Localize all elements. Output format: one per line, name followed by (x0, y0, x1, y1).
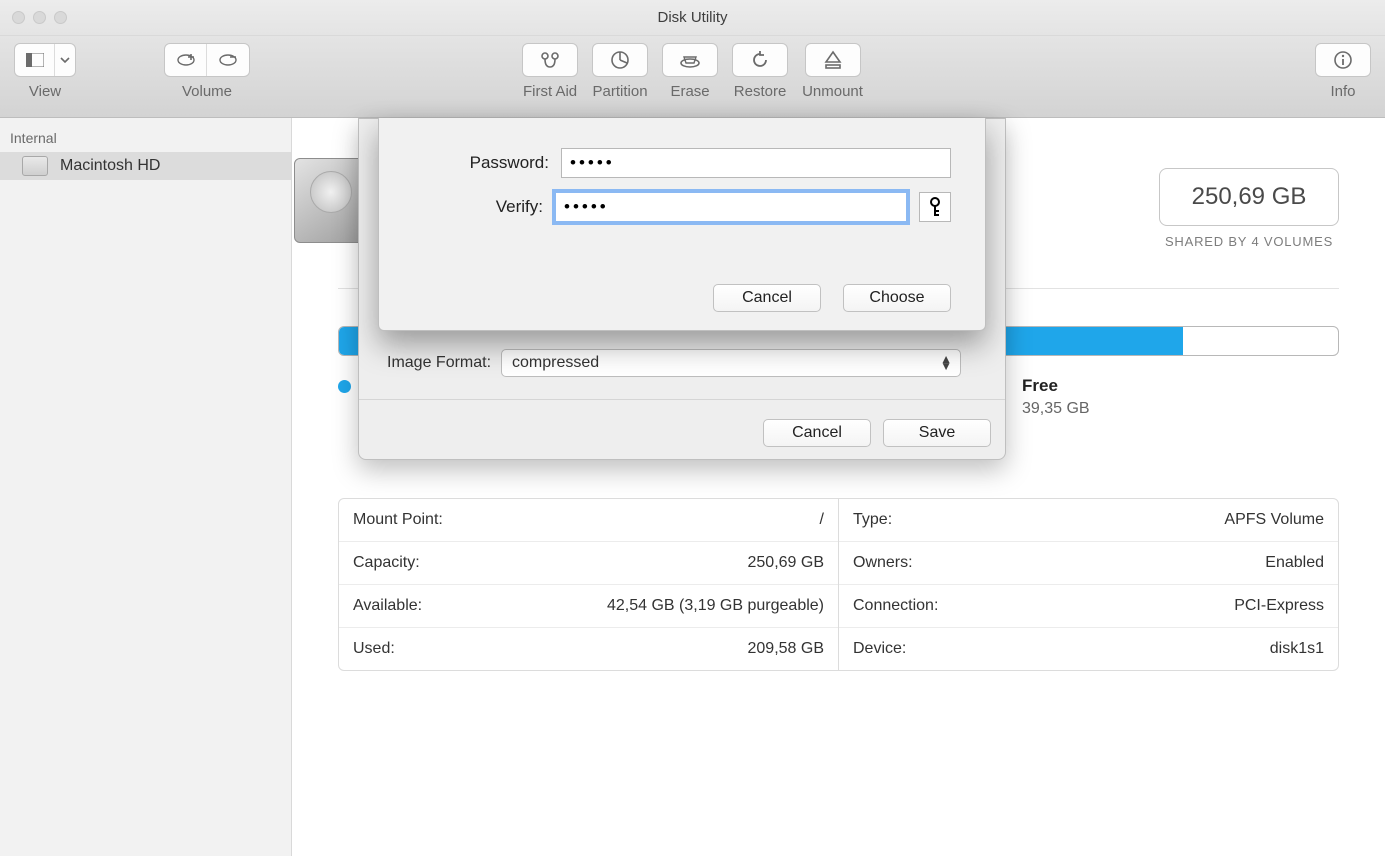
verify-input[interactable] (555, 192, 907, 222)
sidebar-item-macintosh-hd[interactable]: Macintosh HD (0, 152, 291, 180)
info-button[interactable]: Info (1315, 43, 1371, 100)
unmount-button[interactable]: Unmount (802, 43, 863, 100)
info-key: Mount Point: (353, 511, 443, 529)
verify-row: Verify: (425, 192, 951, 222)
divider (359, 399, 1005, 400)
first-aid-button[interactable]: First Aid (522, 43, 578, 100)
erase-icon (679, 51, 701, 69)
info-value: PCI-Express (1234, 597, 1324, 615)
password-sheet: Password: Verify: Cancel Choose (378, 118, 986, 331)
stethoscope-icon (539, 51, 561, 69)
info-key: Connection: (853, 597, 938, 615)
restore-icon (750, 50, 770, 70)
eject-icon (824, 50, 842, 70)
info-row-capacity: Capacity: 250,69 GB (339, 542, 838, 585)
password-input[interactable] (561, 148, 951, 178)
volume-shared-caption: SHARED BY 4 VOLUMES (1159, 234, 1339, 249)
verify-label: Verify: (425, 197, 543, 217)
info-key: Used: (353, 640, 395, 658)
info-row-owners: Owners: Enabled (839, 542, 1338, 585)
window-title: Disk Utility (0, 9, 1385, 26)
titlebar: Disk Utility (0, 0, 1385, 36)
key-icon (928, 197, 942, 217)
toolbar-label-restore: Restore (734, 83, 787, 100)
image-save-button[interactable]: Save (883, 419, 991, 447)
updown-icon: ▲▼ (940, 356, 952, 370)
info-row-type: Type: APFS Volume (839, 499, 1338, 542)
toolbar-label-partition: Partition (593, 83, 648, 100)
info-row-mountpoint: Mount Point: / (339, 499, 838, 542)
password-label: Password: (431, 153, 549, 173)
info-col-right: Type: APFS Volume Owners: Enabled Connecti… (839, 499, 1338, 670)
info-value: 209,58 GB (748, 640, 825, 658)
info-row-connection: Connection: PCI-Express (839, 585, 1338, 628)
password-assistant-button[interactable] (919, 192, 951, 222)
toolbar-label-first-aid: First Aid (523, 83, 577, 100)
volume-size-badge: 250,69 GB (1159, 168, 1339, 226)
info-row-device: Device: disk1s1 (839, 628, 1338, 670)
legend-dot-used (338, 380, 351, 393)
pie-icon (610, 50, 630, 70)
info-value: disk1s1 (1270, 640, 1324, 658)
legend-free-label: Free (1022, 376, 1090, 396)
harddisk-icon (22, 156, 48, 176)
toolbar-label-unmount: Unmount (802, 83, 863, 100)
toolbar-center: First Aid Partition Erase Restore Unmoun… (0, 43, 1385, 100)
info-key: Device: (853, 640, 906, 658)
image-format-select[interactable]: compressed ▲▼ (501, 349, 961, 377)
drive-icon (294, 158, 364, 243)
info-value: Enabled (1265, 554, 1324, 572)
info-row-available: Available: 42,54 GB (3,19 GB purgeable) (339, 585, 838, 628)
toolbar: View Volume First Aid (0, 36, 1385, 118)
image-format-row: Image Format: compressed ▲▼ (387, 349, 961, 377)
image-format-value: compressed (512, 354, 599, 372)
info-key: Type: (853, 511, 892, 529)
info-value: APFS Volume (1224, 511, 1324, 529)
sidebar: Internal Macintosh HD (0, 118, 292, 856)
legend-free-value: 39,35 GB (1022, 400, 1090, 418)
info-key: Available: (353, 597, 422, 615)
legend-free: Free 39,35 GB (1022, 376, 1090, 418)
info-table: Mount Point: / Capacity: 250,69 GB Availab… (338, 498, 1339, 671)
info-value: 250,69 GB (748, 554, 825, 572)
image-format-label: Image Format: (387, 354, 491, 372)
main-panel: 250,69 GB SHARED BY 4 VOLUMES Free 39,35… (292, 118, 1385, 856)
info-value: 42,54 GB (3,19 GB purgeable) (607, 597, 824, 615)
erase-button[interactable]: Erase (662, 43, 718, 100)
info-key: Capacity: (353, 554, 420, 572)
toolbar-label-erase: Erase (670, 83, 709, 100)
restore-button[interactable]: Restore (732, 43, 788, 100)
info-col-left: Mount Point: / Capacity: 250,69 GB Availab… (339, 499, 839, 670)
sidebar-section-internal: Internal (0, 126, 291, 152)
info-row-used: Used: 209,58 GB (339, 628, 838, 670)
password-row: Password: (431, 148, 951, 178)
image-cancel-button[interactable]: Cancel (763, 419, 871, 447)
password-choose-button[interactable]: Choose (843, 284, 951, 312)
toolbar-label-info: Info (1330, 83, 1355, 100)
password-cancel-button[interactable]: Cancel (713, 284, 821, 312)
partition-button[interactable]: Partition (592, 43, 648, 100)
info-value: / (820, 511, 824, 529)
info-icon (1333, 50, 1353, 70)
info-key: Owners: (853, 554, 913, 572)
sidebar-item-label: Macintosh HD (60, 157, 160, 175)
